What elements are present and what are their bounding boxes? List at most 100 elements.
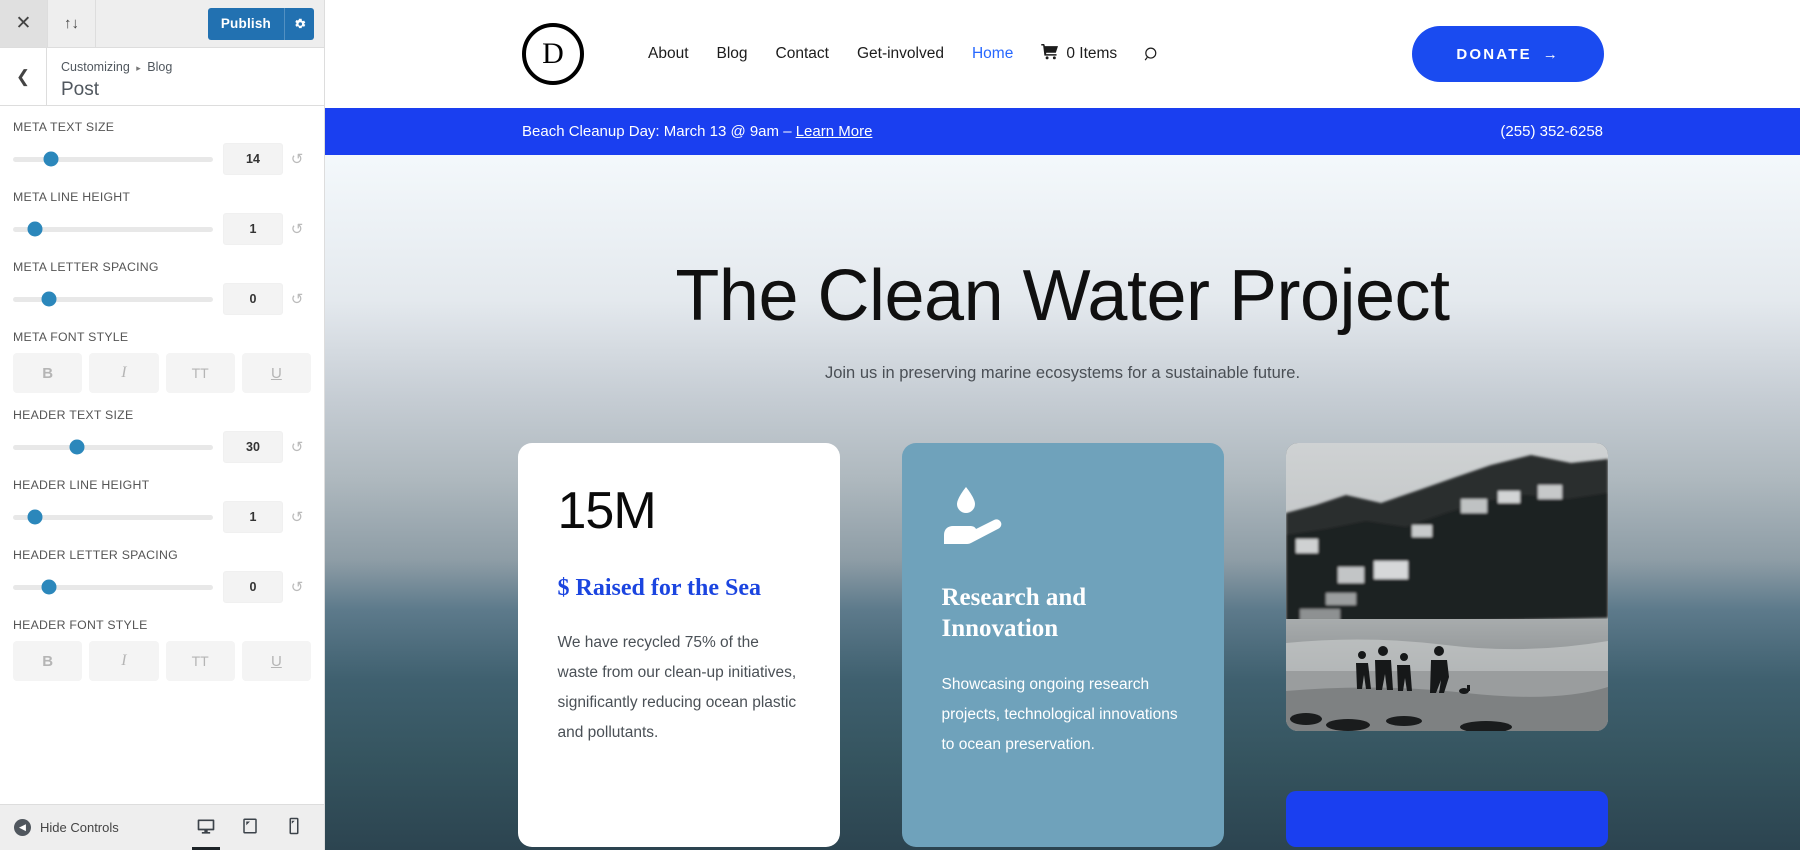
donate-wrapper: DONATE →: [1412, 26, 1604, 82]
reset-arrow-icon[interactable]: ↺: [283, 150, 311, 168]
collapse-expand-icon[interactable]: ↑↓: [48, 0, 96, 47]
header-letter-spacing-slider[interactable]: [13, 579, 223, 595]
control-meta-font-style: META FONT STYLE B I TT U: [13, 330, 311, 393]
bold-button[interactable]: B: [13, 641, 83, 681]
slider-thumb[interactable]: [27, 221, 43, 237]
slider-row: 0 ↺: [13, 283, 311, 315]
breadcrumb-separator-icon: ▸: [136, 62, 141, 73]
stat-card: 15M $ Raised for the Sea We have recycle…: [517, 442, 840, 847]
control-label: HEADER LETTER SPACING: [13, 548, 178, 562]
header-text-size-value[interactable]: 30: [223, 431, 283, 463]
hero-subtitle: Join us in preserving marine ecosystems …: [824, 363, 1301, 382]
control-label: META LETTER SPACING: [13, 260, 159, 274]
meta-letter-spacing-slider[interactable]: [13, 291, 223, 307]
control-header-line-height: HEADER LINE HEIGHT 1 ↺: [13, 478, 311, 533]
publish-label: Publish: [220, 16, 271, 31]
slider-row: 1 ↺: [13, 213, 311, 245]
water-drop-in-hand-icon: [942, 485, 1184, 552]
nav-item-get-involved[interactable]: Get-involved: [843, 45, 958, 63]
donate-button[interactable]: DONATE →: [1412, 26, 1604, 82]
chevron-left-icon[interactable]: ❮: [0, 48, 47, 105]
control-label: HEADER LINE HEIGHT: [13, 478, 150, 492]
tablet-preview-icon[interactable]: [232, 805, 268, 850]
announcement-text: Beach Cleanup Day: March 13 @ 9am –: [522, 123, 796, 140]
site-preview: D About Blog Contact Get-involved Home 0…: [325, 0, 1800, 850]
meta-line-height-slider[interactable]: [13, 221, 223, 237]
chevron-left-circle-icon: ◀: [14, 819, 31, 836]
hero-title: The Clean Water Project: [675, 256, 1450, 336]
publish-button[interactable]: Publish: [207, 7, 314, 40]
desktop-preview-icon[interactable]: [188, 805, 224, 850]
slider-thumb[interactable]: [27, 509, 43, 525]
nav-item-about[interactable]: About: [634, 45, 703, 63]
control-label: META LINE HEIGHT: [13, 190, 131, 204]
donate-label: DONATE: [1456, 45, 1532, 63]
hero-section: The Clean Water Project Join us in prese…: [325, 155, 1800, 383]
shopping-cart-icon: [1041, 43, 1059, 65]
mobile-preview-icon[interactable]: [276, 805, 312, 850]
stat-subtitle: $ Raised for the Sea: [557, 574, 762, 601]
customizer-panel-header: ❮ Customizing ▸ Blog Post: [0, 48, 324, 106]
cart-link[interactable]: 0 Items: [1027, 43, 1131, 65]
meta-text-size-slider[interactable]: [13, 151, 223, 167]
reset-arrow-icon[interactable]: ↺: [283, 508, 311, 526]
header-line-height-value[interactable]: 1: [223, 501, 283, 533]
page-title: Post: [61, 78, 100, 100]
underline-button[interactable]: U: [241, 641, 311, 681]
reset-arrow-icon[interactable]: ↺: [283, 578, 311, 596]
nav-item-home[interactable]: Home: [958, 45, 1027, 63]
reset-arrow-icon[interactable]: ↺: [283, 220, 311, 238]
header-text-size-slider[interactable]: [13, 439, 223, 455]
meta-font-style-buttons: B I TT U: [13, 353, 311, 393]
phone-number[interactable]: (255) 352-6258: [1500, 123, 1603, 140]
learn-more-link[interactable]: Learn More: [796, 123, 873, 140]
header-letter-spacing-value[interactable]: 0: [223, 571, 283, 603]
italic-button[interactable]: I: [89, 641, 159, 681]
slider-row: 30 ↺: [13, 431, 311, 463]
hide-controls-label: Hide Controls: [40, 820, 119, 835]
feature-card: Research and Innovation Showcasing ongoi…: [901, 442, 1224, 847]
gear-icon[interactable]: [284, 7, 314, 40]
underline-button[interactable]: U: [241, 353, 311, 393]
site-logo[interactable]: D: [522, 23, 584, 85]
stat-body-text: We have recycled 75% of the waste from o…: [557, 633, 797, 742]
beach-photo: [1285, 442, 1608, 731]
control-label: HEADER TEXT SIZE: [13, 408, 134, 422]
uppercase-button[interactable]: TT: [165, 353, 235, 393]
slider-thumb[interactable]: [43, 151, 59, 167]
header-line-height-slider[interactable]: [13, 509, 223, 525]
site-header: D About Blog Contact Get-involved Home 0…: [325, 0, 1800, 108]
breadcrumb-section[interactable]: Blog: [147, 60, 172, 74]
hide-controls-button[interactable]: ◀ Hide Controls: [14, 819, 119, 836]
breadcrumb-root[interactable]: Customizing: [61, 60, 130, 74]
image-card: [1285, 442, 1608, 847]
slider-thumb[interactable]: [41, 291, 57, 307]
meta-line-height-value[interactable]: 1: [223, 213, 283, 245]
italic-button[interactable]: I: [89, 353, 159, 393]
nav-item-blog[interactable]: Blog: [703, 45, 762, 63]
control-header-text-size: HEADER TEXT SIZE 30 ↺: [13, 408, 311, 463]
slider-thumb[interactable]: [41, 579, 57, 595]
meta-text-size-value[interactable]: 14: [223, 143, 283, 175]
slider-track: [13, 151, 213, 167]
reset-arrow-icon[interactable]: ↺: [283, 290, 311, 308]
search-icon[interactable]: [1131, 46, 1172, 63]
reset-arrow-icon[interactable]: ↺: [283, 438, 311, 456]
bold-button[interactable]: B: [13, 353, 83, 393]
uppercase-button[interactable]: TT: [165, 641, 235, 681]
announcement-bar: Beach Cleanup Day: March 13 @ 9am – Lear…: [325, 108, 1800, 155]
control-meta-text-size: META TEXT SIZE 14 ↺: [13, 120, 311, 175]
device-preview-switcher: [188, 805, 312, 850]
meta-letter-spacing-value[interactable]: 0: [223, 283, 283, 315]
slider-thumb[interactable]: [69, 439, 85, 455]
header-font-style-buttons: B I TT U: [13, 641, 311, 681]
close-icon[interactable]: ✕: [0, 0, 48, 47]
nav-item-contact[interactable]: Contact: [762, 45, 843, 63]
control-meta-letter-spacing: META LETTER SPACING 0 ↺: [13, 260, 311, 315]
image-card-cta-button[interactable]: [1285, 790, 1608, 847]
customizer-topbar: ✕ ↑↓ Publish: [0, 0, 324, 48]
customizer-sidebar: ✕ ↑↓ Publish ❮ Customizing ▸ Blog Post M…: [0, 0, 325, 850]
control-label: META TEXT SIZE: [13, 120, 115, 134]
main-navigation: About Blog Contact Get-involved Home 0 I…: [634, 43, 1172, 65]
